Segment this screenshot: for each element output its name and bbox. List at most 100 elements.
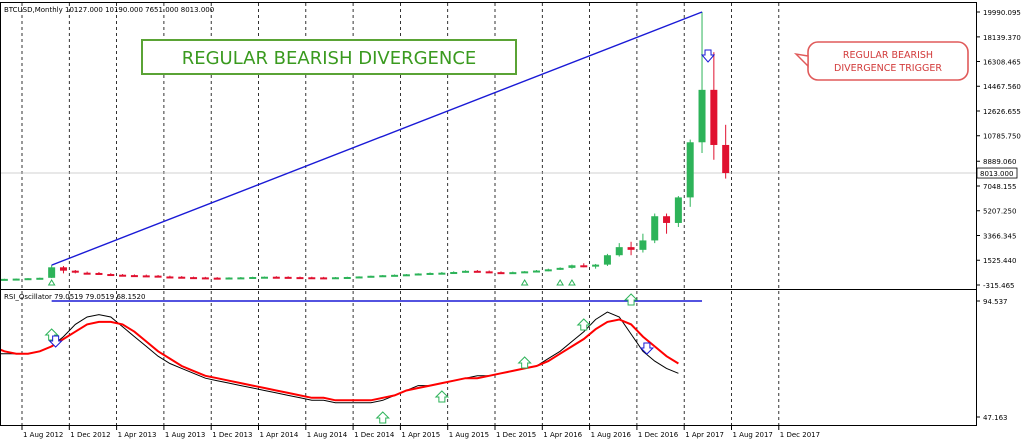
annotation-title: REGULAR BEARISH DIVERGENCE	[182, 48, 477, 69]
price-header: BTCUSD,Monthly 10127.000 10190.000 7651.…	[4, 6, 214, 14]
candle-body	[367, 275, 375, 278]
x-tick-label: 1 Aug 2014	[307, 431, 348, 439]
candle-body	[450, 272, 458, 275]
candle-body	[142, 275, 150, 278]
x-tick-label: 1 Dec 2014	[354, 431, 395, 439]
candle-body	[414, 273, 422, 276]
candle-body	[0, 278, 8, 281]
candle-body	[580, 265, 588, 268]
y-tick-label: -315.465	[983, 282, 1014, 290]
candle-body	[36, 277, 44, 280]
candle-body	[272, 276, 280, 279]
candle-body	[237, 277, 245, 280]
candle-body	[603, 255, 611, 265]
x-tick-label: 1 Dec 2017	[780, 431, 820, 439]
y-tick-label: 3366.345	[983, 232, 1016, 240]
candle-body	[462, 270, 470, 273]
candle-body	[615, 247, 623, 256]
candle-body	[249, 276, 257, 279]
candle-body	[12, 278, 20, 281]
candle-body	[355, 276, 363, 279]
x-tick-label: 1 Dec 2013	[212, 431, 252, 439]
candle-body	[651, 216, 659, 241]
y-tick-label: 7048.155	[983, 183, 1016, 191]
y-tick-label: 5207.250	[983, 208, 1016, 216]
candle-body	[71, 270, 79, 273]
x-tick-label: 1 Dec 2012	[70, 431, 110, 439]
candle-body	[497, 272, 505, 275]
candle-body	[261, 276, 268, 279]
y-tick-label: 12626.655	[983, 108, 1021, 116]
callout-box	[807, 41, 969, 81]
y-tick-label: 16308.465	[983, 58, 1021, 66]
candle-body	[521, 271, 529, 274]
candle-body	[639, 240, 647, 250]
candle-body	[95, 272, 103, 275]
y-tick-label: 8889.060	[983, 158, 1016, 166]
candle-body	[320, 277, 328, 280]
x-tick-label: 1 Apr 2014	[260, 431, 299, 439]
x-tick-label: 1 Apr 2015	[401, 431, 440, 439]
candle-body	[24, 278, 32, 281]
x-tick-label: 1 Aug 2017	[733, 431, 773, 439]
candle-body	[674, 197, 682, 223]
x-tick-label: 1 Aug 2012	[23, 431, 63, 439]
candle-body	[710, 89, 718, 145]
candle-body	[556, 267, 564, 270]
x-tick-label: 1 Aug 2015	[449, 431, 489, 439]
y-tick-label: 19990.095	[983, 9, 1021, 17]
candle-body	[59, 267, 67, 271]
candle-body	[119, 274, 127, 277]
candle-body	[485, 271, 493, 274]
chart-root: 1 Aug 2012 1 Dec 2012 1 Apr 2013 1 Aug 2013…	[0, 0, 1024, 442]
candle-body	[402, 274, 410, 277]
candle-body	[154, 275, 162, 278]
candle-body	[473, 270, 481, 273]
candle-body	[178, 276, 186, 279]
x-tick-label: 1 Apr 2017	[685, 431, 724, 439]
y-tick-label: 10785.750	[983, 133, 1021, 141]
candle-body	[48, 267, 56, 278]
x-tick-label: 1 Apr 2016	[543, 431, 582, 439]
candle-body	[225, 277, 233, 280]
candle-body	[343, 276, 351, 279]
candle-body	[722, 144, 730, 174]
candle-body	[130, 275, 138, 278]
x-tick-label: 1 Aug 2013	[165, 431, 205, 439]
y-tick-label: 14467.560	[983, 83, 1021, 91]
candle-body	[426, 272, 434, 275]
candle-body	[592, 264, 600, 267]
candle-body	[190, 277, 198, 280]
candle-body	[213, 277, 221, 280]
btc-monthly-chart: 1 Aug 2012 1 Dec 2012 1 Apr 2013 1 Aug 2013…	[0, 0, 1024, 442]
callout-line: DIVERGENCE TRIGGER	[834, 63, 942, 74]
current-price-label: 8013.000	[980, 170, 1013, 178]
x-tick-label: 1 Dec 2016	[638, 431, 679, 439]
candle-body	[308, 277, 316, 280]
candle-body	[284, 276, 292, 279]
rsi-y-tick-label: 47.163	[983, 414, 1008, 422]
candle-body	[83, 272, 91, 275]
candle-body	[532, 270, 540, 273]
candle-body	[663, 216, 671, 223]
candle-body	[686, 142, 694, 198]
rsi-header: RSI_Oscillator 79.0519 79.0519 68.1520	[4, 293, 145, 301]
candle-body	[391, 274, 399, 277]
x-tick-label: 1 Aug 2016	[591, 431, 632, 439]
rsi-y-tick-label: 94.537	[983, 298, 1008, 306]
candle-body	[201, 277, 209, 280]
candle-body	[379, 275, 387, 278]
candle-body	[544, 269, 552, 272]
candle-body	[509, 272, 517, 275]
candle-body	[166, 276, 174, 279]
candle-body	[107, 274, 115, 277]
candle-body	[331, 277, 339, 280]
callout-line: REGULAR BEARISH	[843, 50, 933, 61]
y-tick-label: 18139.370	[983, 34, 1021, 42]
candle-body	[568, 265, 576, 268]
candle-body	[296, 277, 304, 280]
candle-body	[627, 247, 635, 250]
y-tick-label: 1525.440	[983, 257, 1016, 265]
x-tick-label: 1 Dec 2015	[496, 431, 536, 439]
candle-body	[698, 89, 706, 143]
